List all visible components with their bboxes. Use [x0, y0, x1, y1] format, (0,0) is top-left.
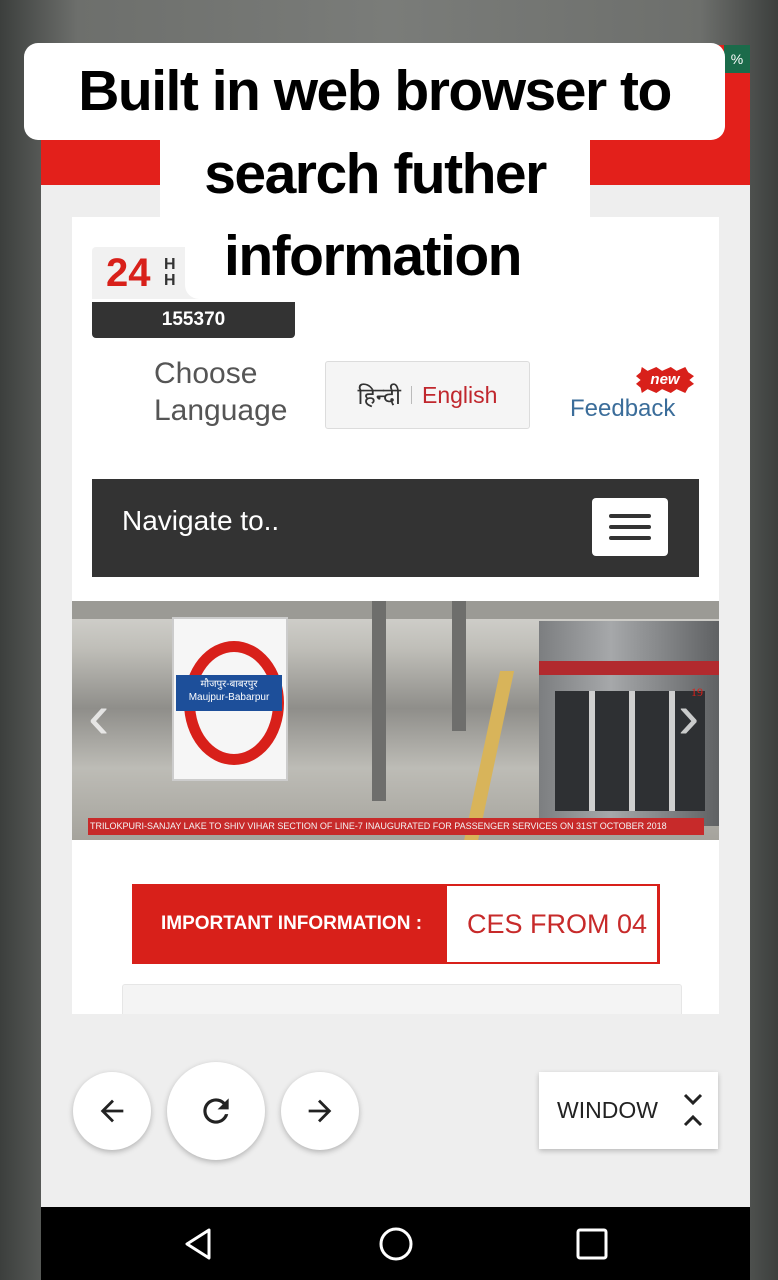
- carousel-caption: TRILOKPURI-SANJAY LAKE TO SHIV VIHAR SEC…: [88, 818, 704, 835]
- station-name-hindi: मौजपुर-बाबरपुर: [200, 679, 258, 690]
- important-information-bar: IMPORTANT INFORMATION : CES FROM 04: [132, 884, 660, 964]
- forward-button[interactable]: [281, 1072, 359, 1150]
- system-navigation-bar: [41, 1207, 750, 1280]
- station-name-english: Maujpur-Babarpur: [188, 692, 270, 703]
- menu-line: [609, 525, 651, 529]
- language-english-link[interactable]: English: [422, 382, 497, 409]
- important-information-ticker[interactable]: CES FROM 04: [447, 886, 657, 962]
- back-button[interactable]: [73, 1072, 151, 1150]
- system-recents-icon[interactable]: [575, 1227, 609, 1261]
- language-hindi-link[interactable]: हिन्दी: [358, 379, 401, 411]
- system-back-icon[interactable]: [181, 1227, 215, 1261]
- hamburger-menu-button[interactable]: [592, 498, 668, 556]
- navigate-bar[interactable]: Navigate to..: [92, 479, 699, 577]
- helpline-hours-text: HH: [164, 256, 176, 289]
- helpline-number: 155370: [92, 302, 295, 338]
- window-toggle-button[interactable]: WINDOW: [539, 1072, 718, 1149]
- important-information-label: IMPORTANT INFORMATION :: [161, 913, 423, 934]
- content-card: [122, 984, 682, 1014]
- back-arrow-icon: [100, 1099, 124, 1123]
- system-home-icon[interactable]: [378, 1226, 414, 1262]
- feedback-link[interactable]: Feedback: [570, 395, 675, 423]
- window-label: WINDOW: [557, 1097, 658, 1123]
- web-view[interactable]: 24 HH 155370 Choose Language हिन्दी Engl…: [72, 217, 719, 1014]
- collapse-expand-icon: [683, 1093, 703, 1127]
- navigate-label: Navigate to..: [122, 505, 280, 536]
- menu-line: [609, 536, 651, 540]
- new-badge: new: [636, 367, 694, 393]
- forward-arrow-icon: [308, 1099, 332, 1123]
- language-divider: [411, 386, 412, 404]
- menu-line: [609, 514, 651, 518]
- platform-pillar: [452, 601, 466, 731]
- station-roof: [72, 601, 719, 619]
- status-battery-percent: %: [724, 45, 750, 73]
- carousel-next-icon[interactable]: ›: [678, 681, 699, 751]
- reload-button[interactable]: [167, 1062, 265, 1160]
- platform-yellow-line: [463, 671, 515, 840]
- language-switcher: हिन्दी English: [325, 361, 530, 429]
- carousel-prev-icon[interactable]: ‹: [88, 681, 109, 751]
- platform-pillar: [372, 601, 386, 801]
- caption-line-1: Built in web browser to: [24, 43, 725, 140]
- caption-line-2: search futher: [160, 130, 590, 218]
- hero-carousel[interactable]: 19 मौजपुर-बाबरपुर Maujpur-Babarpur ‹ › T…: [72, 601, 719, 840]
- station-name-bar: मौजपुर-बाबरपुर Maujpur-Babarpur: [176, 675, 282, 711]
- helpline-24: 24: [106, 251, 151, 295]
- station-sign: मौजपुर-बाबरपुर Maujpur-Babarpur: [172, 617, 288, 781]
- reload-icon: [203, 1098, 229, 1124]
- train-stripe: [539, 661, 719, 675]
- caption-line-3: information: [185, 213, 560, 299]
- choose-language-label: Choose Language: [154, 357, 288, 427]
